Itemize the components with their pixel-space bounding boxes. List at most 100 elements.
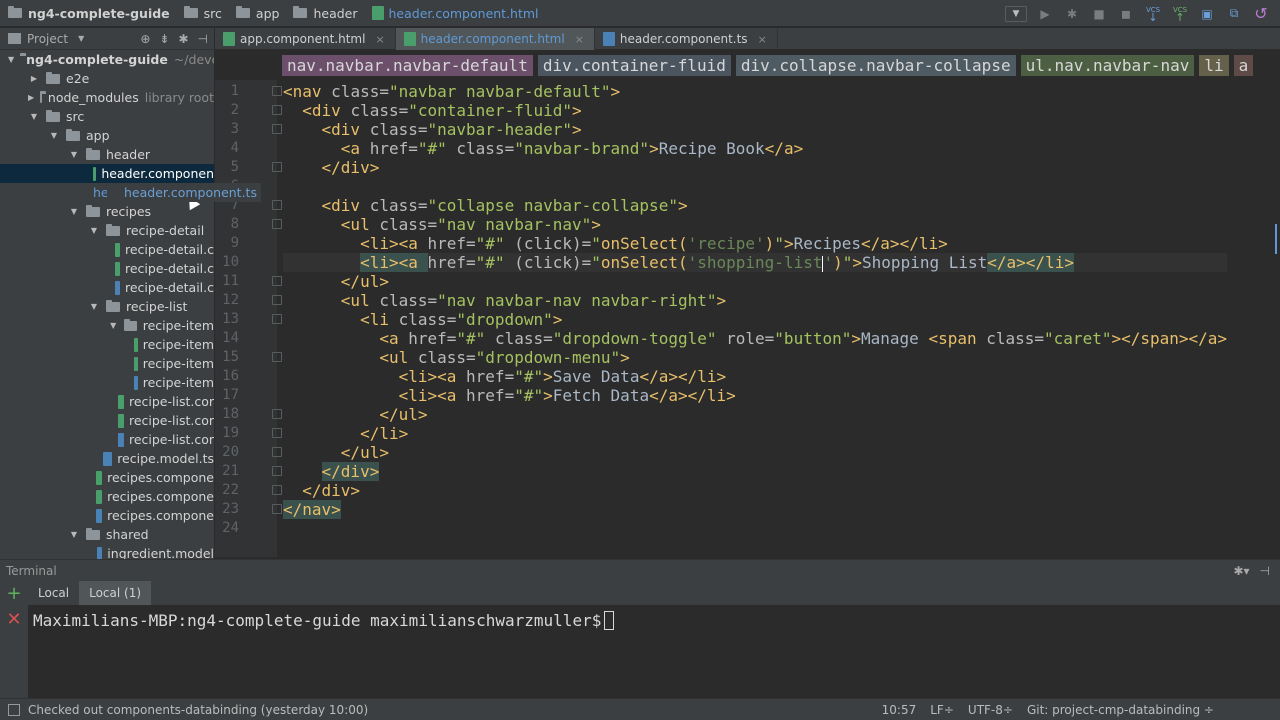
code-line[interactable]: <div class="collapse navbar-collapse"> bbox=[283, 196, 1227, 215]
breadcrumb-chip[interactable]: div.container-fluid bbox=[537, 55, 731, 76]
terminal-tab-local-1[interactable]: Local (1) bbox=[79, 581, 152, 605]
code-line[interactable]: <div class="navbar-header"> bbox=[283, 120, 1227, 139]
nav-crumb-app[interactable]: app bbox=[228, 0, 286, 27]
tree-item[interactable]: ▶ node_modules library root bbox=[0, 88, 214, 107]
chevron-down-icon[interactable]: ▼ bbox=[68, 530, 80, 539]
vcs-update-icon[interactable]: VCS ↓ bbox=[1144, 5, 1162, 23]
editor-tab[interactable]: header.component.ts × bbox=[595, 28, 778, 50]
chevron-down-icon[interactable]: ▼ bbox=[68, 207, 80, 216]
code-line[interactable]: </ul> bbox=[283, 405, 1227, 424]
chevron-down-icon[interactable]: ▼ bbox=[108, 321, 118, 330]
fold-marker-icon[interactable] bbox=[272, 200, 282, 210]
close-icon[interactable]: × bbox=[758, 33, 767, 46]
tree-item[interactable]: ▼ recipe-detail bbox=[0, 221, 214, 240]
breadcrumb-chip[interactable]: div.collapse.navbar-collapse bbox=[735, 55, 1016, 76]
chevron-down-icon[interactable]: ▼ bbox=[78, 34, 84, 43]
nav-crumb-header[interactable]: header bbox=[285, 0, 363, 27]
editor-tab[interactable]: app.component.html × bbox=[215, 28, 396, 50]
tree-item[interactable]: recipes.compone bbox=[0, 506, 214, 525]
vcs-compare-icon[interactable]: ⧉ bbox=[1225, 5, 1243, 23]
close-icon[interactable]: × bbox=[575, 33, 584, 46]
tree-item[interactable]: header.componen bbox=[0, 164, 214, 183]
code-line[interactable]: <div class="container-fluid"> bbox=[283, 101, 1227, 120]
code-line[interactable]: <li><a href="#">Save Data</a></li> bbox=[283, 367, 1227, 386]
tree-item[interactable]: ▼ ng4-complete-guide ~/devel bbox=[0, 50, 214, 69]
line-separator[interactable]: LF÷ bbox=[930, 703, 954, 717]
run-config-dropdown[interactable]: ▼ bbox=[1005, 5, 1027, 22]
code-line[interactable]: <a href="#" class="navbar-brand">Recipe … bbox=[283, 139, 1227, 158]
tree-item[interactable]: recipe-list.cor bbox=[0, 392, 214, 411]
fold-marker-icon[interactable] bbox=[272, 162, 282, 172]
code-line[interactable]: <li><a href="#" (click)="onSelect('recip… bbox=[283, 234, 1227, 253]
tree-item[interactable]: ▼ recipe-item bbox=[0, 316, 214, 335]
code-line[interactable]: <ul class="dropdown-menu"> bbox=[283, 348, 1227, 367]
terminal-body[interactable]: ✕ Maximilians-MBP:ng4-complete-guide max… bbox=[0, 605, 1280, 698]
code-line[interactable]: </div> bbox=[283, 462, 1227, 481]
code-content[interactable]: <nav class="navbar navbar-default"> <div… bbox=[283, 82, 1228, 538]
code-line[interactable]: <ul class="nav navbar-nav"> bbox=[283, 215, 1227, 234]
close-icon[interactable]: ✕ bbox=[0, 609, 28, 630]
code-line[interactable]: <nav class="navbar navbar-default"> bbox=[283, 82, 1227, 101]
fold-marker-icon[interactable] bbox=[272, 428, 282, 438]
coverage-icon[interactable]: ■ bbox=[1090, 5, 1108, 23]
tree-item[interactable]: recipe-detail.c bbox=[0, 259, 214, 278]
nav-crumb-file[interactable]: header.component.html bbox=[364, 0, 545, 27]
code-line[interactable] bbox=[283, 519, 1227, 538]
hide-panel-icon[interactable]: ⊣ bbox=[198, 32, 208, 46]
fold-marker-icon[interactable] bbox=[272, 124, 282, 134]
code-line[interactable]: </div> bbox=[283, 158, 1227, 177]
fold-marker-icon[interactable] bbox=[272, 105, 282, 115]
fold-marker-icon[interactable] bbox=[272, 447, 282, 457]
fold-marker-icon[interactable] bbox=[272, 409, 282, 419]
nav-crumb-src[interactable]: src bbox=[176, 0, 228, 27]
tree-item[interactable]: ▼ recipe-list bbox=[0, 297, 214, 316]
chevron-down-icon[interactable]: ▼ bbox=[68, 150, 80, 159]
terminal-prompt[interactable]: Maximilians-MBP:ng4-complete-guide maxim… bbox=[33, 611, 615, 630]
fold-marker-icon[interactable] bbox=[272, 276, 282, 286]
debug-icon[interactable]: ✱ bbox=[1063, 5, 1081, 23]
new-terminal-icon[interactable]: + bbox=[0, 583, 28, 604]
tree-item[interactable]: recipe-detail.c bbox=[0, 240, 214, 259]
stop-icon[interactable]: ◼ bbox=[1117, 5, 1135, 23]
code-line[interactable]: </div> bbox=[283, 481, 1227, 500]
tree-item[interactable]: recipe-list.cor bbox=[0, 411, 214, 430]
tree-item[interactable]: ▶ e2e bbox=[0, 69, 214, 88]
tree-item[interactable]: recipe.model.ts bbox=[0, 449, 214, 468]
run-icon[interactable]: ▶ bbox=[1036, 5, 1054, 23]
code-line[interactable]: </ul> bbox=[283, 443, 1227, 462]
gear-icon[interactable]: ✱▾ bbox=[1233, 564, 1249, 578]
nav-crumb-project[interactable]: ng4-complete-guide bbox=[0, 0, 176, 27]
tree-item[interactable]: ▼ app bbox=[0, 126, 214, 145]
breadcrumb-chip[interactable]: a bbox=[1233, 55, 1254, 76]
code-line[interactable]: <li><a href="#">Fetch Data</a></li> bbox=[283, 386, 1227, 405]
collapse-all-icon[interactable]: ⇟ bbox=[159, 32, 169, 46]
breadcrumb-chip[interactable]: nav.navbar.navbar-default bbox=[282, 55, 533, 76]
code-line[interactable]: <li class="dropdown"> bbox=[283, 310, 1227, 329]
chevron-right-icon[interactable]: ▶ bbox=[28, 74, 40, 83]
tool-windows-icon[interactable] bbox=[8, 703, 20, 716]
tree-item[interactable]: ▼ src bbox=[0, 107, 214, 126]
tree-item[interactable]: ▼ shared bbox=[0, 525, 214, 544]
code-editor[interactable]: 123456789101112131415161718192021222324 … bbox=[215, 80, 1280, 557]
chevron-down-icon[interactable]: ▼ bbox=[88, 302, 100, 311]
tree-item[interactable]: recipes.compone bbox=[0, 487, 214, 506]
fold-marker-icon[interactable] bbox=[272, 314, 282, 324]
revert-icon[interactable]: ↺ bbox=[1252, 4, 1270, 23]
chevron-right-icon[interactable]: ▶ bbox=[28, 93, 34, 102]
code-line[interactable]: <a href="#" class="dropdown-toggle" role… bbox=[283, 329, 1227, 348]
code-line[interactable]: </li> bbox=[283, 424, 1227, 443]
fold-marker-icon[interactable] bbox=[272, 295, 282, 305]
tree-item[interactable]: recipe-item bbox=[0, 373, 214, 392]
close-icon[interactable]: × bbox=[375, 33, 384, 46]
gear-icon[interactable]: ✱ bbox=[178, 32, 188, 46]
chevron-down-icon[interactable]: ▼ bbox=[28, 112, 40, 121]
tree-item[interactable]: recipe-item bbox=[0, 335, 214, 354]
code-line[interactable] bbox=[283, 177, 1227, 196]
fold-marker-icon[interactable] bbox=[272, 219, 282, 229]
vcs-commit-icon[interactable]: VCS ↑ bbox=[1171, 5, 1189, 23]
scroll-from-source-icon[interactable]: ⊕ bbox=[140, 32, 150, 46]
tree-item[interactable]: recipes.compone bbox=[0, 468, 214, 487]
file-encoding[interactable]: UTF-8÷ bbox=[968, 703, 1013, 717]
chevron-down-icon[interactable]: ▼ bbox=[48, 131, 60, 140]
chevron-down-icon[interactable]: ▼ bbox=[8, 55, 14, 64]
